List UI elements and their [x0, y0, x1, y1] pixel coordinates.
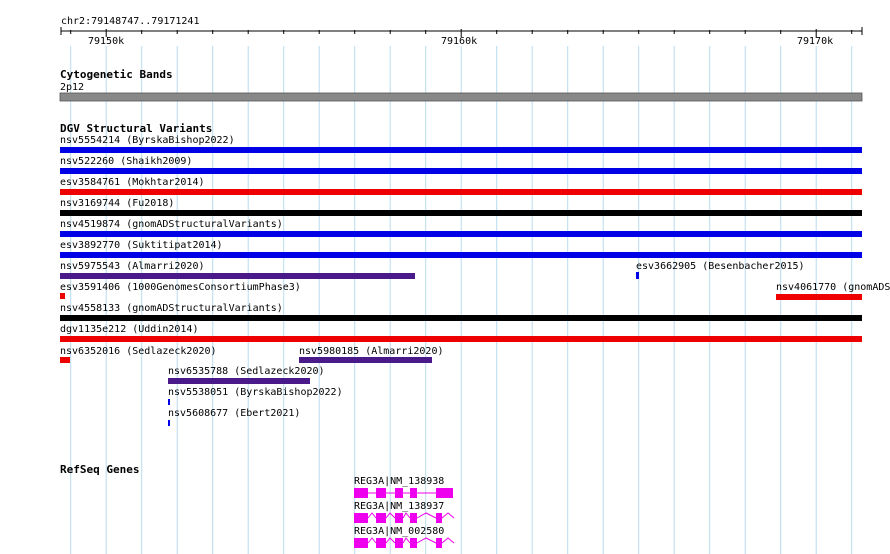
sv-label: nsv522260 (Shaikh2009) [60, 156, 192, 167]
gene-label: REG3A|NM_138937 [354, 501, 444, 512]
sv-label: nsv4558133 (gnomADStructuralVariants) [60, 303, 283, 314]
sv-bar[interactable] [60, 189, 862, 195]
track-title-dgv: DGV Structural Variants [60, 122, 212, 135]
sv-feature[interactable]: nsv6352016 (Sedlazeck2020) [60, 346, 217, 363]
sv-bar[interactable] [168, 378, 310, 384]
sv-feature[interactable]: esv3662905 (Besenbacher2015) [636, 261, 805, 279]
gene-feature[interactable]: REG3A|NM_138938 [354, 476, 453, 498]
gene-label: REG3A|NM_002580 [354, 526, 444, 537]
track-title-refseq: RefSeq Genes [60, 463, 139, 476]
sv-bar[interactable] [60, 273, 415, 279]
sv-label: nsv5608677 (Ebert2021) [168, 408, 300, 419]
sv-label: nsv6535788 (Sedlazeck2020) [168, 366, 325, 377]
sv-feature[interactable]: nsv4061770 (gnomADS [776, 282, 890, 300]
sv-label: nsv5975543 (Almarri2020) [60, 261, 205, 272]
gene-feature[interactable]: REG3A|NM_002580 [354, 526, 455, 548]
sv-label: esv3591406 (1000GenomesConsortiumPhase3) [60, 282, 301, 293]
cytoband-bar[interactable] [59, 92, 863, 102]
sv-label: esv3662905 (Besenbacher2015) [636, 261, 805, 272]
sv-feature[interactable]: nsv5975543 (Almarri2020) [60, 261, 415, 279]
ruler-tick-label: 79170k [797, 36, 833, 47]
track-title-cytobands: Cytogenetic Bands [60, 68, 173, 81]
sv-bar[interactable] [60, 293, 65, 299]
sv-label: nsv6352016 (Sedlazeck2020) [60, 346, 217, 357]
sv-bar[interactable] [636, 272, 639, 279]
sv-feature[interactable]: nsv5980185 (Almarri2020) [299, 346, 444, 363]
gene-model[interactable] [354, 488, 453, 498]
ruler-tick-label: 79160k [441, 36, 477, 47]
sv-label: esv3584761 (Mokhtar2014) [60, 177, 205, 188]
sv-bar[interactable] [60, 357, 70, 363]
sv-bar[interactable] [776, 294, 862, 300]
sv-feature[interactable]: nsv5538051 (ByrskaBishop2022) [168, 387, 343, 405]
sv-bar[interactable] [60, 252, 862, 258]
sv-label: esv3892770 (Suktitipat2014) [60, 240, 223, 251]
region-label: chr2:79148747..79171241 [61, 16, 199, 27]
sv-label: nsv5980185 (Almarri2020) [299, 346, 444, 357]
ruler-tick-label: 79150k [88, 36, 124, 47]
cytoband-label: 2p12 [60, 82, 84, 93]
sv-feature[interactable]: nsv6535788 (Sedlazeck2020) [168, 366, 325, 384]
sv-feature[interactable]: esv3591406 (1000GenomesConsortiumPhase3) [60, 282, 301, 299]
sv-bar[interactable] [60, 210, 862, 216]
sv-bar[interactable] [60, 336, 862, 342]
sv-bar[interactable] [299, 357, 432, 363]
sv-label: nsv3169744 (Fu2018) [60, 198, 174, 209]
gene-model[interactable] [354, 537, 455, 548]
sv-bar[interactable] [168, 420, 170, 426]
sv-label: nsv4061770 (gnomADS [776, 282, 890, 293]
sv-bar[interactable] [60, 168, 862, 174]
sv-bar[interactable] [60, 231, 862, 237]
sv-bar[interactable] [168, 399, 170, 405]
sv-feature[interactable]: nsv5608677 (Ebert2021) [168, 408, 300, 426]
sv-bar[interactable] [60, 315, 862, 321]
sv-label: nsv5538051 (ByrskaBishop2022) [168, 387, 343, 398]
gene-feature[interactable]: REG3A|NM_138937 [354, 501, 455, 523]
sv-label: nsv4519874 (gnomADStructuralVariants) [60, 219, 283, 230]
sv-bar[interactable] [60, 147, 862, 153]
sv-label: nsv5554214 (ByrskaBishop2022) [60, 135, 235, 146]
gene-label: REG3A|NM_138938 [354, 476, 444, 487]
gene-model[interactable] [354, 512, 455, 523]
sv-label: dgv1135e212 (Uddin2014) [60, 324, 198, 335]
genome-browser-view: chr2:79148747..79171241 79150k 79160k 79… [59, 16, 890, 554]
